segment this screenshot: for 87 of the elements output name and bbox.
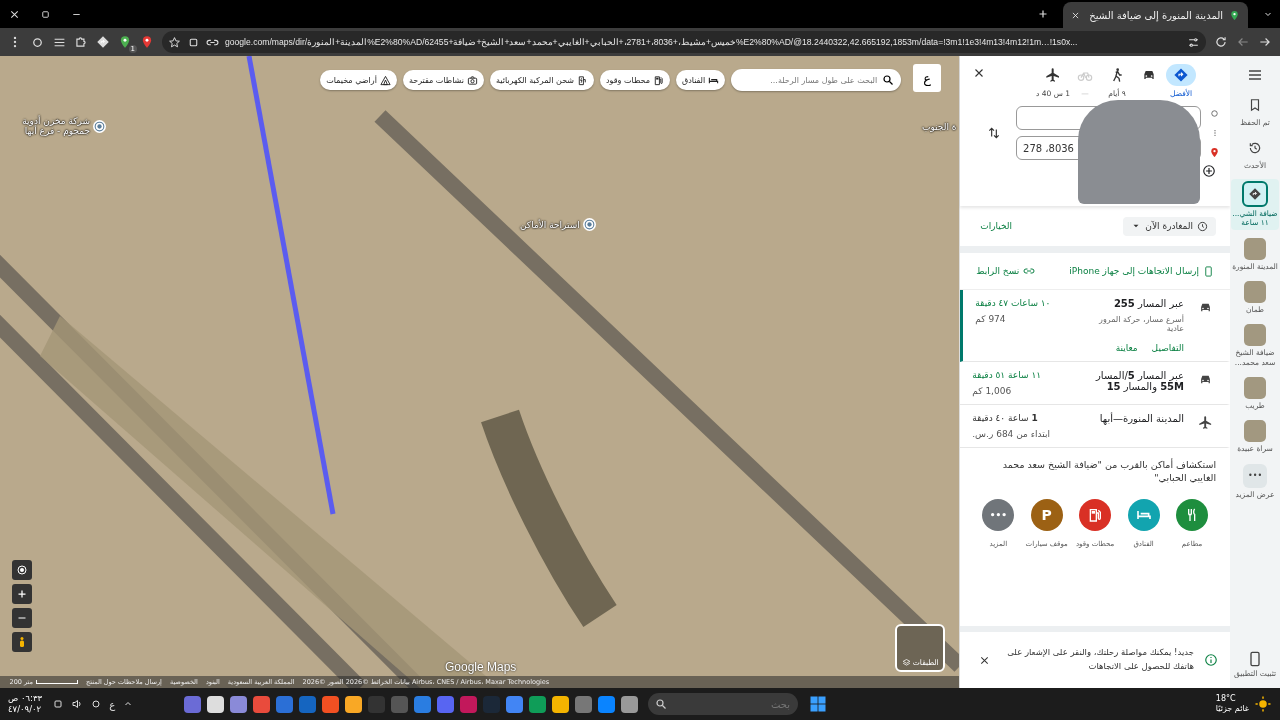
reload-icon[interactable]	[1214, 35, 1228, 49]
browser-tab[interactable]: المدينة المنورة إلى ضيافة الشيخ	[1063, 2, 1248, 28]
route-link[interactable]: التفاصيل	[1151, 343, 1185, 353]
speaker-icon[interactable]	[71, 698, 84, 710]
puzzle-icon[interactable]	[74, 35, 88, 49]
route-distance: ابتداء من 684 ر.س.	[972, 429, 1050, 439]
phone-icon	[1203, 265, 1215, 277]
clock-date: ٤٧/٠٩/٠٢	[8, 704, 42, 716]
filter-chip[interactable]: محطات وقود	[600, 70, 670, 90]
close-icon	[9, 8, 20, 20]
address-bar[interactable]: google.com/maps/dir/المدينة+المنورة%E2%80%AD/62455+خميس+مشيط،+8036،+2781،+الحبابي+الغايبي+محمد+سعد+الشيخ+ضيافة%E2%80%AD/@18.2440322,42.665192,1853m/data=!3m1!1e3!4m13!4m12!1m…!1s0x...	[162, 31, 1206, 53]
input-language[interactable]: ع	[109, 698, 116, 710]
route-distance: 1,006 كم	[972, 386, 1012, 396]
star-icon	[168, 35, 181, 49]
clock-time: ٠٦:٣٣ ص	[8, 692, 43, 704]
phone-icon	[1247, 650, 1263, 667]
new-tab-icon[interactable]	[1037, 8, 1049, 20]
street-view-button[interactable]	[12, 632, 32, 652]
info-icon	[1204, 653, 1219, 667]
swap-icon	[987, 126, 1002, 140]
weather-sun-icon	[1254, 695, 1272, 713]
taskbar-app-icon[interactable]	[345, 695, 363, 713]
route-duration: ١٠ ساعات ٤٧ دقيقة	[975, 298, 1051, 308]
start-icon[interactable]	[808, 694, 829, 714]
options-link[interactable]: الخيارات	[980, 221, 1013, 231]
search-icon	[882, 74, 895, 86]
depart-dropdown[interactable]: المغادرة الآن	[1123, 216, 1217, 236]
airplane-icon	[1198, 415, 1214, 430]
taskbar-app-icon[interactable]	[621, 695, 639, 713]
route-title: المدينة المنورة—أبها	[1098, 413, 1185, 424]
thumbnail-photo	[1244, 280, 1266, 303]
bookmark-icon	[1248, 98, 1262, 112]
thumbnail-photo	[1244, 324, 1266, 347]
close-icon	[979, 654, 991, 666]
zoom-out-button[interactable]	[12, 608, 32, 628]
zoom-in-button[interactable]	[12, 584, 32, 604]
route-link[interactable]: معاينة	[1115, 343, 1138, 353]
search-icon	[655, 698, 668, 710]
close-icon	[1071, 10, 1080, 20]
route-icon	[1173, 67, 1190, 83]
filter-chip[interactable]: نشاطات مقترحة	[402, 70, 484, 90]
history-icon	[1248, 141, 1262, 156]
restore-icon	[40, 8, 51, 20]
link-icon	[1023, 265, 1036, 277]
notice-text: جديد! يمكنك مواصلة رحلتك، والنقر على الإشعار على هاتفك للحصول على الاتجاهات	[1006, 646, 1195, 673]
filter-chip[interactable]: شحن المركبة الكهربائية	[490, 70, 594, 90]
back-icon[interactable]	[1236, 35, 1250, 49]
map-logo: Google Maps	[445, 660, 517, 674]
route-duration: ١١ ساعة ٥١ دقيقة	[972, 370, 1042, 380]
copy-link-button[interactable]: نسخ الرابط	[976, 265, 1036, 277]
menu-icon	[1247, 67, 1263, 83]
weather-text: غائم جزئيًا	[1215, 704, 1249, 715]
taskbar-search-field[interactable]: بحث	[648, 693, 799, 715]
route-search-field[interactable]: البحث على طول مسار الرحلة...	[731, 69, 902, 91]
taskbar-app-icon[interactable]	[207, 695, 225, 713]
camera-icon	[467, 74, 478, 86]
fuel-pump-icon	[1087, 506, 1104, 523]
scale-bar	[36, 680, 79, 684]
language-button[interactable]: ع	[913, 64, 942, 92]
thumbnail-photo	[1244, 377, 1266, 399]
site-settings-icon	[1187, 35, 1200, 49]
taskbar-app-icon[interactable]	[552, 695, 570, 713]
category-circle: P	[1030, 498, 1063, 531]
fuel-pump-icon	[652, 74, 664, 86]
route-description: أسرع مسار، حركة المرور عادية	[1097, 315, 1185, 333]
thumbnail-photo	[1244, 237, 1266, 260]
clock-icon	[1197, 220, 1209, 232]
destination-pin-icon	[1209, 147, 1221, 158]
locate-button[interactable]	[12, 560, 32, 580]
explore-title: استكشاف أماكن بالقرب من "ضيافة الشيخ سعد محمد الغايبي الحبابي"	[1002, 459, 1217, 484]
category-circle: •••	[982, 498, 1015, 531]
tent-icon	[379, 74, 391, 86]
charging-station-icon	[577, 74, 588, 86]
plus-icon	[16, 588, 28, 600]
send-to-phone-link[interactable]: إرسال الاتجاهات إلى جهاز iPhone	[1069, 265, 1215, 277]
add-stop-icon[interactable]	[1202, 164, 1217, 178]
close-icon	[973, 67, 986, 79]
origin-circle-icon	[1209, 108, 1221, 119]
locate-icon	[16, 564, 28, 576]
airplane-icon	[1045, 67, 1062, 83]
temperature: 18°C	[1215, 693, 1236, 704]
thumbnail-photo	[1244, 420, 1266, 443]
filter-chip[interactable]: الفنادق	[675, 70, 726, 90]
route-distance: 974 كم	[975, 314, 1006, 324]
taskbar-app-icon[interactable]	[230, 695, 248, 713]
filter-chip[interactable]: أراضي مخيمات	[320, 70, 397, 90]
layers-icon	[901, 658, 911, 667]
